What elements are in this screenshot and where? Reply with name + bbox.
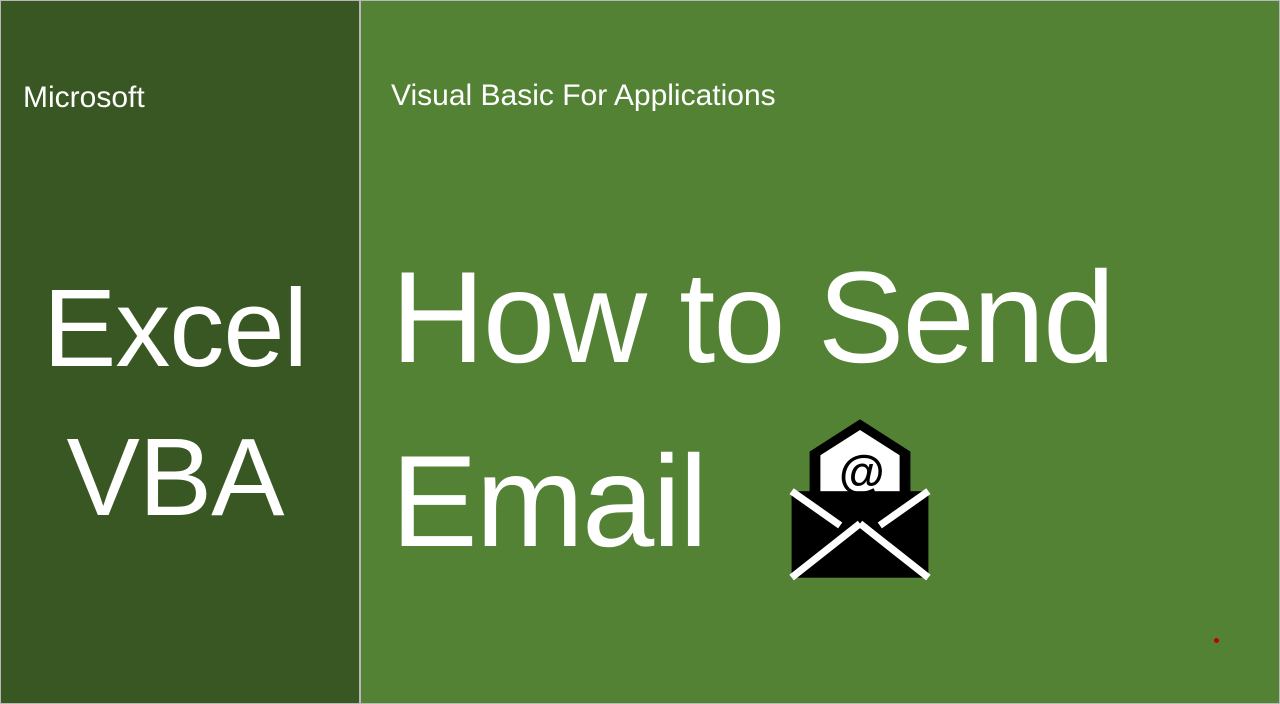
subtitle-label: Visual Basic For Applications — [391, 79, 1249, 113]
email-icon: @ — [770, 412, 950, 632]
main-title-line1: How to Send — [391, 233, 1249, 402]
brand-label: Microsoft — [23, 81, 337, 115]
main-title-line2: Email — [391, 417, 706, 586]
red-dot-marker — [1214, 638, 1219, 643]
left-panel: Microsoft Excel VBA — [0, 0, 360, 704]
main-title: How to Send Email @ — [391, 233, 1249, 622]
product-title-line2: VBA — [13, 404, 337, 553]
right-panel: Visual Basic For Applications How to Sen… — [360, 0, 1280, 704]
svg-text:@: @ — [839, 446, 882, 498]
product-title-line1: Excel — [13, 255, 337, 404]
product-title: Excel VBA — [13, 255, 337, 552]
main-title-line2-wrap: Email @ — [391, 402, 950, 622]
thumbnail-container: Microsoft Excel VBA Visual Basic For App… — [0, 0, 1280, 704]
